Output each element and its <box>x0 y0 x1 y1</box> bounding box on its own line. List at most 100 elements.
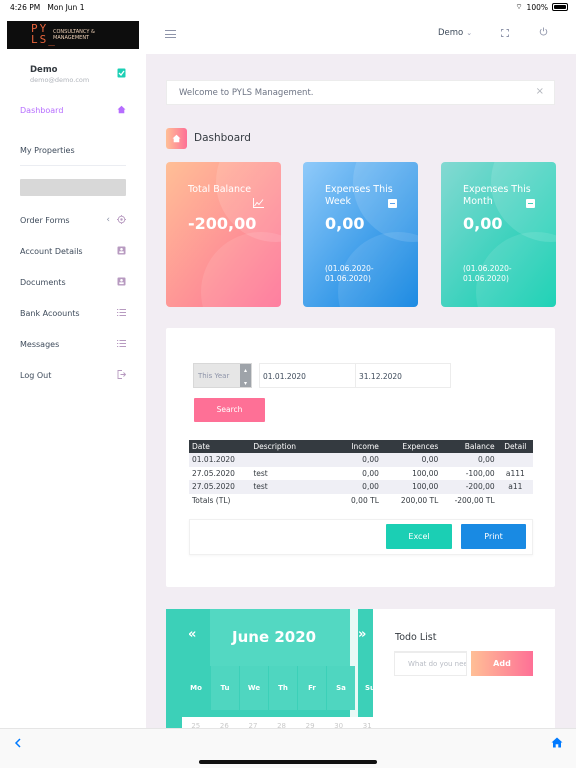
status-bar: 4:26 PM Mon Jun 1 ⌔ 100% <box>0 0 576 14</box>
card-value: 0,00 <box>463 214 503 233</box>
close-icon[interactable]: × <box>536 86 544 97</box>
totals-expences: 200,00 TL <box>400 495 439 505</box>
calendar-date[interactable]: 30 <box>325 717 353 728</box>
weekday-label: Sa <box>327 666 355 710</box>
card-value: -200,00 <box>188 214 257 233</box>
totals-balance: -200,00 TL <box>454 495 495 505</box>
logo[interactable]: PY LS_ CONSULTANCY & MANAGEMENT <box>7 21 139 49</box>
list-icon <box>117 308 126 320</box>
sidebar-item-label: Dashboard <box>20 106 64 115</box>
totals-label: Totals (TL) <box>192 495 231 505</box>
battery-icon <box>552 3 568 11</box>
sidebar-item-my-properties[interactable]: My Properties <box>20 146 126 155</box>
date-to-input[interactable]: 31.12.2020 <box>355 363 451 388</box>
todo-input[interactable]: What do you need <box>394 651 467 676</box>
table-header-row: Date Description Income Expences Balance… <box>189 440 533 453</box>
card-value: 0,00 <box>325 214 365 233</box>
wifi-icon: ⌔ <box>515 2 523 11</box>
power-icon[interactable] <box>539 27 548 39</box>
calendar-date[interactable]: 27 <box>239 717 267 728</box>
calendar-next-button[interactable]: » <box>358 627 366 642</box>
select-arrows-icon: ▴ ▾ <box>240 364 251 387</box>
cell-income: 0,00 <box>324 453 382 467</box>
expenses-month-card: Expenses This Month 0,00 (01.06.2020- 01.… <box>441 162 556 307</box>
sidebar-item-label: Documents <box>20 278 66 287</box>
calendar-prev-button[interactable]: « <box>188 627 196 642</box>
user-menu[interactable]: Demo ⌄ <box>438 28 472 38</box>
sidebar-item-messages[interactable]: Messages <box>20 340 126 349</box>
table-row[interactable]: 27.05.2020 test 0,00 100,00 -100,00 a111 <box>189 467 533 481</box>
cell-income: 0,00 <box>324 480 382 494</box>
home-icon[interactable] <box>551 737 563 751</box>
sidebar-item-label: My Properties <box>20 146 75 155</box>
sidebar-item-documents[interactable]: Documents <box>20 277 126 287</box>
search-button[interactable]: Search <box>194 398 265 422</box>
calendar-date[interactable]: 26 <box>211 717 239 728</box>
cell-detail: a111 <box>505 468 525 478</box>
sidebar: PY LS_ CONSULTANCY & MANAGEMENT Demo demo@… <box>0 14 146 728</box>
cell-description: test <box>253 468 268 478</box>
cell-balance: 0,00 <box>441 453 498 467</box>
cell-balance: -100,00 <box>465 468 495 478</box>
column-header: Description <box>250 440 325 453</box>
calendar-dates-row: 25 26 27 28 29 30 31 <box>182 717 373 728</box>
column-header: Date <box>189 440 251 453</box>
calendar-date[interactable]: 29 <box>296 717 324 728</box>
welcome-alert: Welcome to PYLS Management. × <box>166 80 555 105</box>
cell-detail: a11 <box>497 480 533 494</box>
cell-date: 27.05.2020 <box>189 480 251 494</box>
sidebar-item-log-out[interactable]: Log Out <box>20 370 127 382</box>
home-indicator <box>199 760 377 764</box>
cell-date: 27.05.2020 <box>192 468 235 478</box>
sidebar-item-account-details[interactable]: Account Details <box>20 246 126 256</box>
weekday-label: Su <box>364 684 373 692</box>
user-menu-label: Demo <box>438 28 464 38</box>
total-balance-card: Total Balance -200,00 <box>166 162 281 307</box>
calendar-widget: « » June 2020 Mo Tu We Th Fr Sa Su 25 26… <box>166 609 373 728</box>
excel-button[interactable]: Excel <box>386 524 452 549</box>
calendar-date[interactable]: 28 <box>268 717 296 728</box>
date-from-input[interactable]: 01.01.2020 <box>259 363 356 388</box>
weekday-label: We <box>240 666 268 710</box>
calendar-date[interactable]: 25 <box>182 717 210 728</box>
card-date-range: (01.06.2020- 01.06.2020) <box>463 264 512 283</box>
sidebar-divider <box>20 165 126 166</box>
totals-income: 0,00 TL <box>351 495 379 505</box>
minus-box-icon <box>388 199 397 208</box>
sidebar-item-label: Log Out <box>20 371 52 380</box>
card-title: Total Balance <box>188 184 252 195</box>
card-title: Expenses This Month <box>463 184 531 207</box>
logout-icon <box>117 370 127 382</box>
sidebar-item-order-forms[interactable]: Order Forms ‹ <box>20 215 126 227</box>
column-header: Expences <box>381 440 442 453</box>
page-title: Dashboard <box>194 132 251 144</box>
home-icon <box>166 128 187 149</box>
sidebar-item-bank-accounts[interactable]: Bank Acoounts <box>20 309 126 318</box>
period-select[interactable]: This Year ▴ ▾ <box>193 363 252 388</box>
calendar-date[interactable]: 31 <box>353 717 373 728</box>
cell-expences: 100,00 <box>412 468 439 478</box>
fullscreen-icon[interactable] <box>501 29 509 37</box>
target-icon <box>117 215 126 227</box>
sidebar-search-input[interactable] <box>20 179 126 196</box>
weekday-label: Fr <box>298 666 326 710</box>
calendar-weekdays: Mo Tu We Th Fr Sa Su <box>182 666 373 710</box>
back-arrow-icon[interactable] <box>14 737 22 751</box>
weekday-label: Th <box>269 666 297 710</box>
calendar-month-title: June 2020 <box>232 628 317 646</box>
totals-detail <box>498 494 533 508</box>
totals-row: Totals (TL) 0,00 TL 200,00 TL -200,00 TL <box>189 494 533 508</box>
card-date-range: (01.06.2020- 01.06.2020) <box>325 264 374 283</box>
home-icon <box>117 105 126 117</box>
cell-balance: -200,00 <box>441 480 498 494</box>
sidebar-item-dashboard[interactable]: Dashboard <box>20 105 126 117</box>
todo-add-button[interactable]: Add <box>471 651 533 676</box>
print-button[interactable]: Print <box>461 524 526 549</box>
menu-toggle-icon[interactable] <box>165 30 176 38</box>
profile-name[interactable]: Demo <box>30 65 58 75</box>
status-time: 4:26 PM Mon Jun 1 <box>10 3 85 12</box>
table-row[interactable]: 27.05.2020 test 0,00 100,00 -200,00 a11 <box>189 480 533 494</box>
welcome-text: Welcome to PYLS Management. <box>179 88 314 98</box>
chevron-left-icon: ‹ <box>106 215 110 225</box>
table-row[interactable]: 01.01.2020 0,00 0,00 0,00 <box>189 453 533 467</box>
